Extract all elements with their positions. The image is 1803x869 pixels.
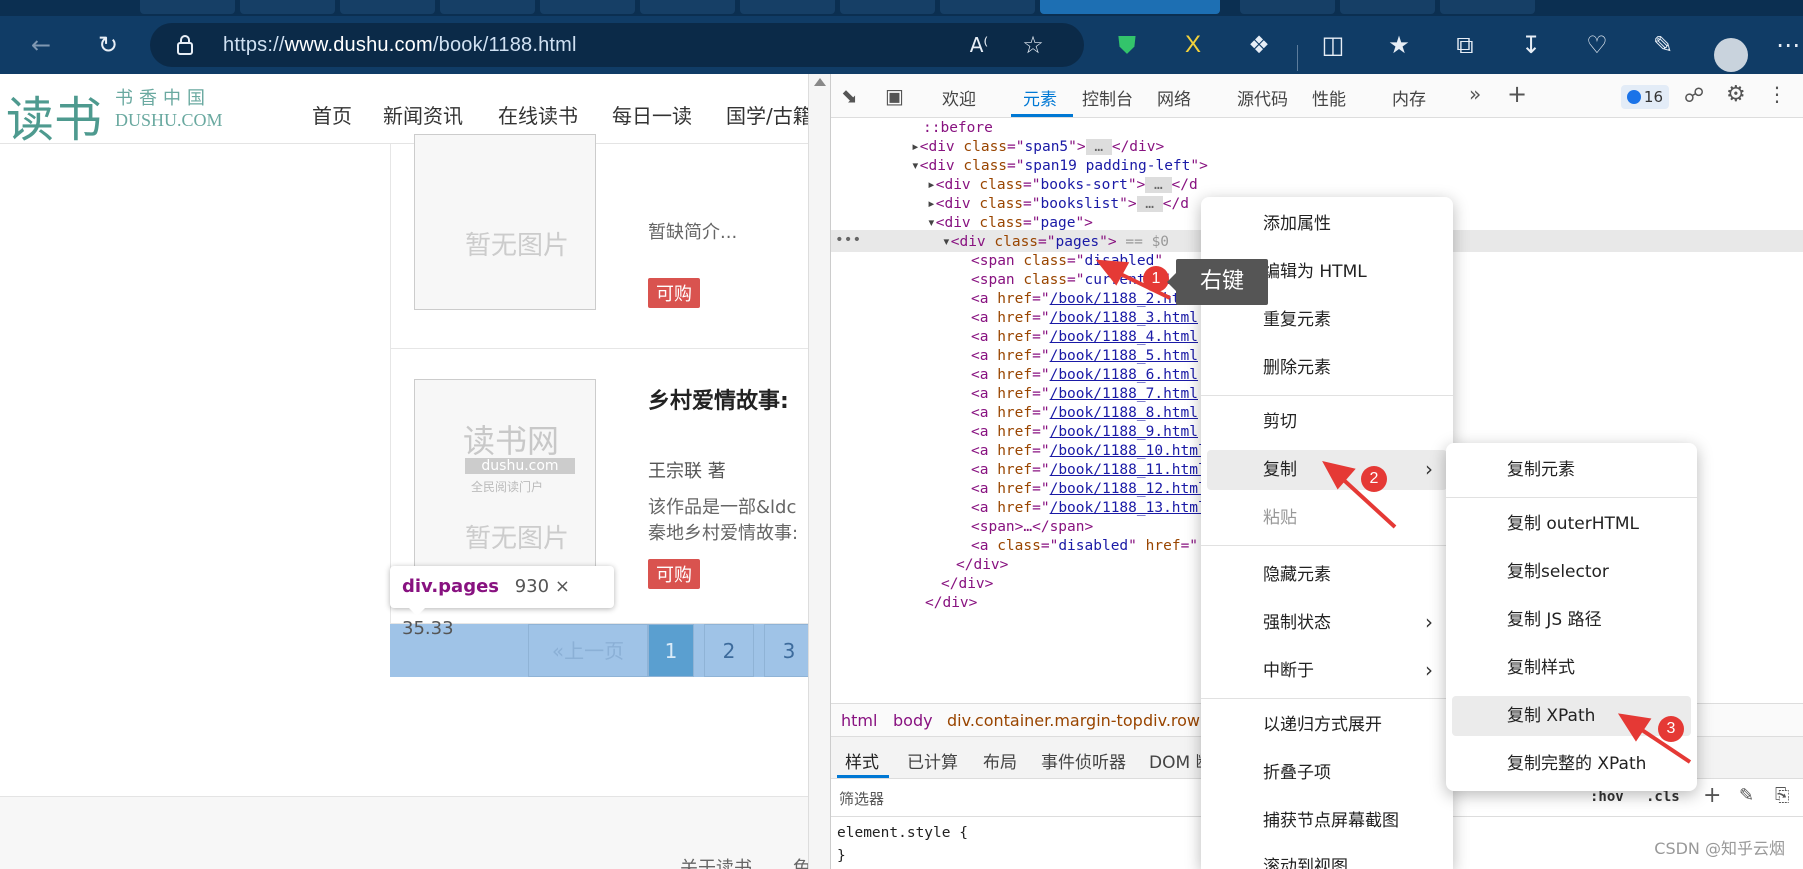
screen: ← ↻ https://www.dushu.com/book/1188.html…	[0, 0, 1803, 869]
right-click-callout: 右键	[1176, 259, 1268, 305]
callout-arrow	[1167, 272, 1177, 292]
watermark: CSDN @知乎云烟	[1654, 839, 1785, 858]
annotation-arrows	[1095, 259, 1692, 764]
step-badge: 3	[1658, 716, 1684, 742]
step-badge: 2	[1361, 466, 1387, 492]
step-badge: 1	[1143, 266, 1169, 292]
